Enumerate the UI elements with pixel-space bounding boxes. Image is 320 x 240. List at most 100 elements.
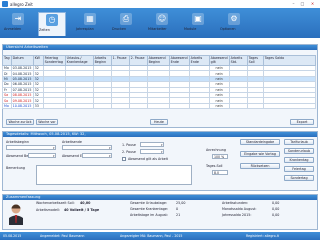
today-button[interactable]: Heute [150, 119, 168, 125]
minimize-icon[interactable]: – [290, 1, 297, 7]
abw-ende-select[interactable]: ▾ [82, 153, 112, 158]
daydetail-header: Tagesdetails: Mittwoch, 05.08.2015, KW: … [3, 132, 317, 137]
krankentage-value: 0 [176, 207, 179, 211]
calendar-icon: ▦ [84, 13, 96, 25]
abw-gilt-checkbox[interactable] [122, 157, 126, 161]
summary-header: Zusammenfassung [3, 195, 317, 200]
pause2-label: 2. Pause [122, 150, 136, 154]
tab-module[interactable]: ▣ Module [184, 12, 212, 36]
arbeitsbeginn-label: Arbeitsbeginn [6, 140, 29, 144]
status-registered: Registriert: allegro-it [246, 234, 279, 238]
tarifurlaub-button[interactable]: Tarifurlaub [284, 139, 314, 145]
abw-gilt-label: Abwesend gilt als Arbeit [128, 157, 168, 161]
krankentage-label: Gesamte Krankentage: [130, 207, 168, 211]
feiertag-button[interactable]: Feiertag [284, 166, 314, 172]
cell-date: 07.08.2015 [10, 86, 34, 93]
title-bar: allegro Zeit – □ ✕ [0, 0, 320, 8]
status-bar: 05.08.2015 Angemeldet: Paul Baumann Ange… [0, 232, 320, 240]
arbeitsende-select[interactable]: ▾ [62, 145, 112, 150]
tab-zeiten[interactable]: ◷ Zeiten [38, 12, 66, 36]
status-selected: Angezeigter MA: Baumann, Paul - 2015 [120, 234, 183, 238]
next-week-button[interactable]: Woche vor [36, 119, 58, 125]
ribbon: ⇥ Anmelden ◷ Zeiten ▦ Jahresplan ⎙ Druck… [0, 8, 320, 38]
tab-label: Module [184, 27, 197, 31]
eingabe-vortag-button[interactable]: Eingabe wie Vortag [240, 151, 280, 157]
col-header[interactable]: 1. Pause [110, 55, 130, 66]
tab-optionen[interactable]: ⚙ Optionen [220, 12, 248, 36]
chevron-down-icon: ▾ [52, 154, 55, 158]
col-header[interactable]: Urlaubs-/ Krankentage [64, 55, 94, 66]
sonderurlaub-button[interactable]: Sonderurlaub [284, 148, 314, 154]
tab-anmelden[interactable]: ⇥ Anmelden [4, 12, 32, 36]
window-title: allegro Zeit [10, 2, 33, 7]
chevron-down-icon: ▾ [108, 146, 111, 150]
col-header[interactable]: Tages Soll [246, 55, 264, 66]
close-icon[interactable]: ✕ [309, 1, 316, 7]
abw-beginn-select[interactable]: ▾ [28, 153, 56, 158]
cell-date: 10.08.2015 [10, 102, 34, 110]
prev-week-button[interactable]: Woche zurück [6, 119, 34, 125]
cell-date: 09.08.2015 [10, 97, 34, 104]
cell-absent: nein [208, 102, 230, 110]
ruecksetzen-button[interactable]: Rücksetzen [240, 163, 280, 169]
chevron-down-icon: ▾ [160, 143, 163, 147]
col-header[interactable]: Arbeits Beginn [92, 55, 112, 66]
summary-panel: Zusammenfassung [2, 194, 318, 230]
cell-date: 05.08.2015 [10, 75, 34, 83]
sondertag-button[interactable]: Sondertag [284, 175, 314, 181]
arbeitsmodell-label: Arbeitsmodell: [36, 208, 60, 212]
col-header[interactable]: Datum [10, 55, 34, 66]
col-header[interactable]: Tages Saldo [262, 55, 317, 66]
krankentag-button[interactable]: Krankentag [284, 157, 314, 163]
col-header[interactable]: Abwesend Beginn [146, 55, 170, 66]
arbeitsmodell-value: 40 Vollzeit / 5 Tage [64, 208, 100, 212]
col-header[interactable]: Arbeits Ende [188, 55, 210, 66]
cell-kw: 33 [32, 102, 44, 110]
printer-icon: ⎙ [120, 13, 132, 25]
col-header[interactable]: Tag [2, 55, 12, 66]
wochenarbeitszeit-value: 40,00 [80, 201, 91, 205]
chevron-down-icon: ▾ [108, 154, 111, 158]
jahressaldo-value: 0,00 [272, 213, 280, 217]
tab-drucken[interactable]: ⎙ Drucken [112, 12, 140, 36]
col-header[interactable]: Abwesend Ende [168, 55, 190, 66]
tab-jahresplan[interactable]: ▦ Jahresplan [76, 12, 104, 36]
options-icon: ⚙ [228, 13, 240, 25]
tages-soll-label: Tages-Soll [206, 164, 223, 168]
anrechnung-label: Anrechnung [206, 148, 226, 152]
bemerkung-field[interactable] [36, 165, 192, 185]
col-header[interactable]: Feiertag Sonderrtag [42, 55, 66, 66]
tab-label: Zeiten [39, 28, 50, 32]
tab-label: Drucken [112, 27, 127, 31]
monatssaldo-value: 0,00 [272, 207, 280, 211]
tages-soll-field[interactable]: 8.0 [212, 170, 228, 175]
avatar [9, 204, 23, 225]
tab-label: Jahresplan [76, 27, 94, 31]
table-row[interactable]: Mo 10.08.2015 33 nein [2, 102, 317, 110]
anrechnung-field[interactable]: 100 % [212, 154, 228, 159]
arbeitsstunden-label: Arbeitsstunden: [222, 201, 249, 205]
cell-date: 03.08.2015 [10, 64, 34, 72]
col-header[interactable]: Arbeits Std. [228, 55, 248, 66]
monatssaldo-label: Monatssaldo August: [222, 207, 257, 211]
arbeitsbeginn-select[interactable]: ▾ [6, 145, 56, 150]
tab-label: Optionen [220, 27, 236, 31]
export-button[interactable]: Export [290, 119, 314, 125]
wochenarbeitszeit-label: Wochenarbeitszeit Soll: [36, 201, 75, 205]
login-icon: ⇥ [12, 13, 24, 25]
col-header[interactable]: KW [32, 55, 44, 66]
pause1-select[interactable]: ▾ [140, 142, 164, 147]
cell-date: 08.08.2015 [10, 91, 34, 99]
cell-day: Mo [2, 102, 12, 110]
maximize-icon[interactable]: □ [299, 1, 306, 7]
urlaubsanspruch-value: 25,00 [176, 201, 186, 205]
chevron-down-icon: ▾ [52, 146, 55, 150]
tab-mitarbeiter[interactable]: ☺ Mitarbeiter [148, 12, 176, 36]
tab-label: Mitarbeiter [148, 27, 167, 31]
pause2-select[interactable]: ▾ [140, 149, 164, 154]
standardeingabe-button[interactable]: Standardeingabe [240, 139, 280, 145]
cell-date: 06.08.2015 [10, 81, 34, 88]
col-header[interactable]: 2. Pause [128, 55, 148, 66]
cell-date: 04.08.2015 [10, 70, 34, 77]
col-header[interactable]: Abwesend gilt [208, 55, 230, 66]
